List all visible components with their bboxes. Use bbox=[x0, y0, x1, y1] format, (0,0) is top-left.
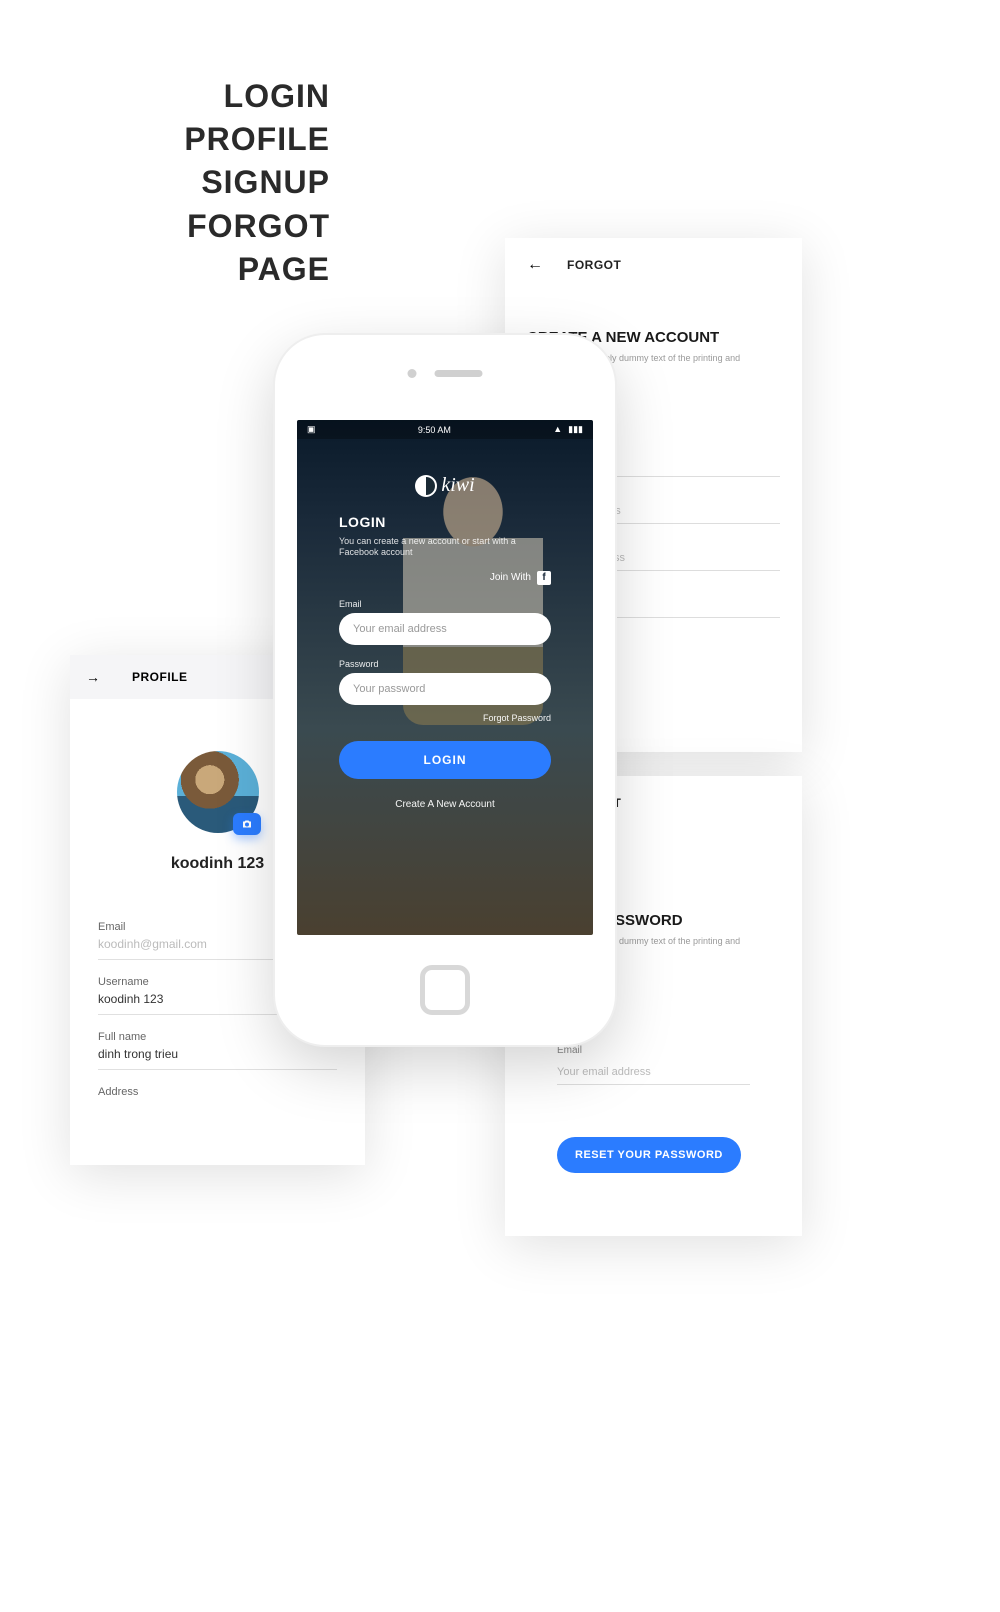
join-with-facebook[interactable]: Join With f bbox=[339, 571, 551, 585]
login-password-label: Password bbox=[339, 659, 551, 669]
title-line: PAGE bbox=[0, 248, 330, 291]
title-line: FORGOT bbox=[0, 205, 330, 248]
phone-frame: ▣ 9:50 AM ▲ ▮▮▮ kiwi LOGIN You can creat… bbox=[275, 335, 615, 1045]
join-with-label: Join With bbox=[490, 572, 531, 583]
status-time: 9:50 AM bbox=[418, 425, 451, 435]
battery-icon: ▣ bbox=[307, 424, 316, 435]
login-email-label: Email bbox=[339, 599, 551, 609]
title-line: SIGNUP bbox=[0, 161, 330, 204]
signal-icon: ▮▮▮ bbox=[568, 424, 583, 435]
signup-header: FORGOT bbox=[567, 258, 621, 272]
profile-header: PROFILE bbox=[132, 670, 188, 684]
page-title-block: LOGIN PROFILE SIGNUP FORGOT PAGE bbox=[0, 75, 330, 291]
login-title: LOGIN bbox=[339, 514, 551, 530]
login-subtext: You can create a new account or start wi… bbox=[339, 536, 551, 559]
create-account-link[interactable]: Create A New Account bbox=[339, 799, 551, 810]
status-bar: ▣ 9:50 AM ▲ ▮▮▮ bbox=[297, 420, 593, 439]
speaker-icon bbox=[435, 370, 483, 377]
wifi-icon: ▲ bbox=[553, 424, 562, 435]
login-screen: ▣ 9:50 AM ▲ ▮▮▮ kiwi LOGIN You can creat… bbox=[297, 420, 593, 935]
forgot-password-link[interactable]: Forgot Password bbox=[339, 713, 551, 723]
login-button[interactable]: LOGIN bbox=[339, 741, 551, 779]
login-email-input[interactable] bbox=[339, 613, 551, 645]
reset-email-label: Email bbox=[557, 1045, 750, 1056]
home-button[interactable] bbox=[420, 965, 470, 1015]
login-password-input[interactable] bbox=[339, 673, 551, 705]
camera-icon bbox=[241, 818, 253, 830]
reset-password-button[interactable]: RESET YOUR PASSWORD bbox=[557, 1137, 741, 1173]
back-arrow-icon[interactable]: ← bbox=[527, 256, 543, 274]
brand-logo: kiwi bbox=[339, 474, 551, 502]
brand-name: kiwi bbox=[441, 474, 474, 497]
title-line: PROFILE bbox=[0, 118, 330, 161]
back-arrow-icon[interactable]: → bbox=[86, 669, 100, 685]
logo-icon bbox=[415, 475, 437, 497]
reset-email-input[interactable] bbox=[557, 1060, 750, 1085]
camera-dot-icon bbox=[408, 369, 417, 378]
fullname-value: dinh trong trieu bbox=[98, 1047, 337, 1061]
edit-avatar-button[interactable] bbox=[233, 813, 261, 835]
title-line: LOGIN bbox=[0, 75, 330, 118]
facebook-icon: f bbox=[537, 571, 551, 585]
address-label: Address bbox=[98, 1086, 337, 1098]
